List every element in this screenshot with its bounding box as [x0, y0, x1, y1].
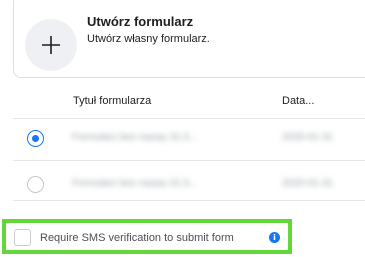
row-divider [13, 160, 365, 161]
row-title: Formularz bez nazwy 31.5... [72, 132, 198, 143]
info-icon[interactable]: i [269, 232, 280, 243]
row-date: 2020-01-31 [282, 132, 334, 143]
sms-verification-highlight: Require SMS verification to submit form … [2, 219, 292, 254]
plus-icon[interactable] [25, 19, 77, 71]
sms-verification-label[interactable]: Require SMS verification to submit form [40, 232, 234, 244]
row-date: 2020-01-31 [282, 178, 334, 189]
create-form-card[interactable]: Utwórz formularz Utwórz własny formularz… [13, 0, 365, 78]
column-header-date[interactable]: Data... [282, 95, 314, 107]
row-radio[interactable] [27, 176, 44, 193]
create-form-title: Utwórz formularz [87, 14, 194, 29]
create-form-subtitle: Utwórz własny formularz. [87, 33, 210, 45]
row-title: Formularz bez nazwy 31.5... [72, 178, 198, 189]
column-header-title[interactable]: Tytuł formularza [73, 95, 151, 107]
sms-verification-checkbox[interactable] [14, 229, 31, 246]
row-divider [13, 200, 365, 201]
row-radio-selected[interactable] [27, 130, 44, 147]
table-header-divider [13, 118, 365, 119]
